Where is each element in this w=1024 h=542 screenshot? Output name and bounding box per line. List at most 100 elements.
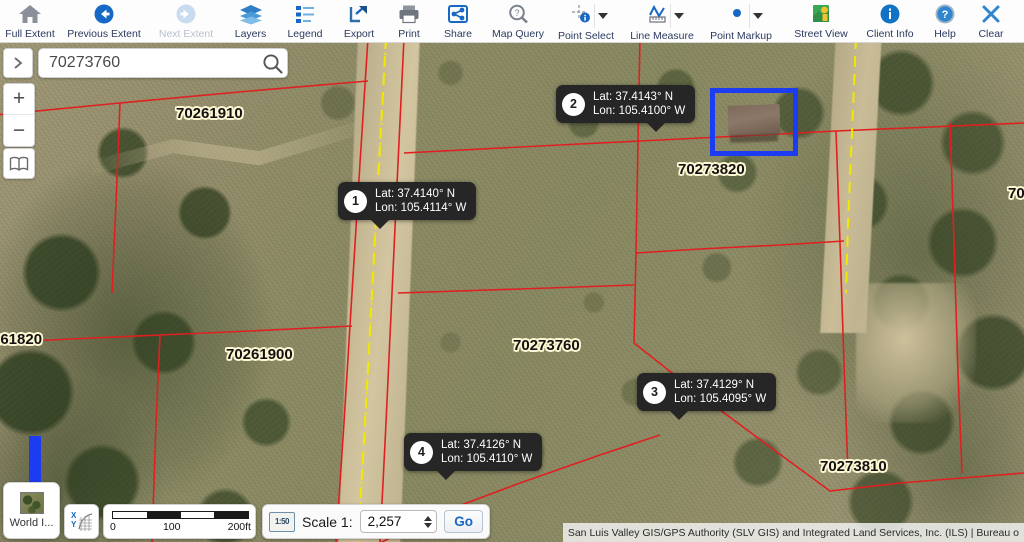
gis-map-application: Full Extent Previous Extent Next Extent (0, 0, 1024, 542)
map-canvas[interactable]: 70261910 70273820 70 261820 70261900 702… (0, 43, 1024, 542)
parcel-label: 70273810 (820, 458, 887, 475)
info-icon (878, 2, 902, 26)
scale-tick: 100 (162, 521, 181, 533)
toolbar-button-full-extent[interactable]: Full Extent (0, 0, 60, 43)
callout-number: 1 (344, 189, 367, 213)
map-attribution: San Luis Valley GIS/GPS Authority (SLV G… (562, 523, 1024, 542)
search-bar[interactable] (38, 48, 288, 78)
point-markup-icon (725, 2, 749, 26)
toolbar-button-previous-extent[interactable]: Previous Extent (60, 0, 148, 43)
callout-latitude: Lat: 37.4140° N (375, 188, 456, 200)
toolbar-label: Line Measure (630, 30, 694, 42)
book-icon (9, 156, 29, 171)
toolbar-label: Export (343, 28, 375, 40)
callout-tail (369, 219, 390, 229)
toolbar-button-legend[interactable]: Legend (277, 0, 333, 43)
parcel-label: 70 (1008, 185, 1024, 202)
toolbar-button-point-markup[interactable]: Point Markup (705, 0, 785, 43)
arrow-left-icon (92, 2, 116, 26)
main-toolbar: Full Extent Previous Extent Next Extent (0, 0, 1024, 43)
point-select-dropdown-caret[interactable] (594, 4, 610, 28)
layers-icon (238, 2, 264, 26)
callout-latitude: Lat: 37.4129° N (674, 379, 755, 391)
coordinate-callout-1[interactable]: 1 Lat: 37.4140° N Lon: 105.4114° W (338, 182, 477, 229)
point-select-icon (570, 2, 594, 26)
search-input[interactable] (39, 54, 262, 72)
toolbar-label: Point Markup (710, 30, 772, 42)
callout-latitude: Lat: 37.4143° N (593, 91, 674, 103)
toolbar-button-help[interactable]: ? Help (923, 0, 967, 43)
line-measure-icon (646, 2, 670, 26)
callout-longitude: Lon: 105.4095° W (674, 393, 767, 405)
coordinate-callout-2[interactable]: 2 Lat: 37.4143° N Lon: 105.4100° W (556, 85, 696, 132)
callout-number: 2 (562, 92, 585, 116)
toolbar-label: Share (443, 28, 473, 40)
bookmarks-button[interactable] (3, 148, 35, 179)
scale-input[interactable]: 2,257 (359, 510, 438, 533)
callout-longitude: Lon: 105.4114° W (375, 202, 467, 214)
callout-number: 4 (410, 440, 433, 464)
selection-highlight-box[interactable] (710, 88, 798, 156)
coordinate-callout-4[interactable]: 4 Lat: 37.4126° N Lon: 105.4110° W (404, 433, 543, 480)
toolbar-button-client-info[interactable]: Client Info (857, 0, 923, 43)
toolbar-button-share[interactable]: Share (433, 0, 483, 43)
toolbar-label: Legend (287, 28, 323, 40)
toolbar-button-map-query[interactable]: ? Map Query (483, 0, 553, 43)
toolbar-label: Layers (234, 28, 267, 40)
xy-coordinate-icon: X Y (71, 511, 93, 531)
point-markup-dropdown-caret[interactable] (749, 4, 765, 28)
help-icon: ? (933, 2, 957, 26)
search-icon[interactable] (262, 53, 292, 74)
sidebar-expand-button[interactable] (3, 48, 33, 78)
toolbar-label: Client Info (866, 28, 914, 40)
toolbar-label: Point Select (557, 30, 615, 42)
scale-tick: 0 (110, 521, 116, 533)
toolbar-label: Full Extent (5, 28, 55, 40)
toolbar-button-line-measure[interactable]: Line Measure (627, 0, 705, 43)
magnifier-question-icon: ? (506, 2, 530, 26)
coordinate-callout-3[interactable]: 3 Lat: 37.4129° N Lon: 105.4095° W (637, 373, 777, 420)
street-view-icon (809, 2, 833, 26)
chevron-right-icon (14, 57, 23, 69)
toolbar-button-point-select[interactable]: Point Select (553, 0, 627, 43)
toolbar-label: Previous Extent (67, 28, 141, 40)
printer-icon (397, 2, 421, 26)
toolbar-button-print[interactable]: Print (385, 0, 433, 43)
zoom-out-button[interactable]: − (4, 115, 34, 146)
toolbar-button-clear[interactable]: Clear (967, 0, 1015, 43)
svg-text:?: ? (942, 9, 949, 21)
go-button[interactable]: Go (444, 510, 483, 533)
share-icon (446, 2, 470, 26)
parcel-label: 261820 (0, 331, 43, 348)
callout-tail (668, 410, 689, 420)
toolbar-button-street-view[interactable]: Street View (785, 0, 857, 43)
toolbar-button-layers[interactable]: Layers (224, 0, 277, 43)
scale-ruler-icon: 1:50 (269, 511, 295, 532)
arrow-right-icon (174, 2, 198, 26)
toolbar-button-export[interactable]: Export (333, 0, 385, 43)
callout-tail (646, 122, 667, 132)
toolbar-label: Print (398, 28, 420, 40)
scale-bar: 0 100 200ft (103, 504, 256, 539)
svg-text:Y: Y (71, 520, 77, 529)
line-measure-dropdown-caret[interactable] (670, 4, 686, 28)
callout-number: 3 (643, 380, 666, 404)
xy-coordinate-button[interactable]: X Y (64, 504, 99, 539)
callout-latitude: Lat: 37.4126° N (441, 439, 522, 451)
scale-control: 1:50 Scale 1: 2,257 Go (262, 504, 490, 539)
scale-value: 2,257 (367, 514, 402, 529)
toolbar-button-next-extent[interactable]: Next Extent (148, 0, 224, 43)
toolbar-label: Next Extent (158, 28, 214, 40)
callout-longitude: Lon: 105.4110° W (441, 453, 533, 465)
parcel-label: 70261900 (226, 346, 293, 363)
zoom-in-button[interactable]: + (4, 84, 34, 115)
export-icon (347, 2, 371, 26)
basemap-selector-button[interactable]: World I... (3, 482, 60, 539)
parcel-label: 70273820 (678, 161, 745, 178)
close-x-icon (979, 2, 1003, 26)
scale-stepper[interactable] (424, 515, 433, 528)
svg-text:?: ? (514, 8, 519, 18)
legend-icon (293, 2, 317, 26)
toolbar-label: Map Query (492, 28, 544, 40)
callout-longitude: Lon: 105.4100° W (593, 105, 686, 117)
